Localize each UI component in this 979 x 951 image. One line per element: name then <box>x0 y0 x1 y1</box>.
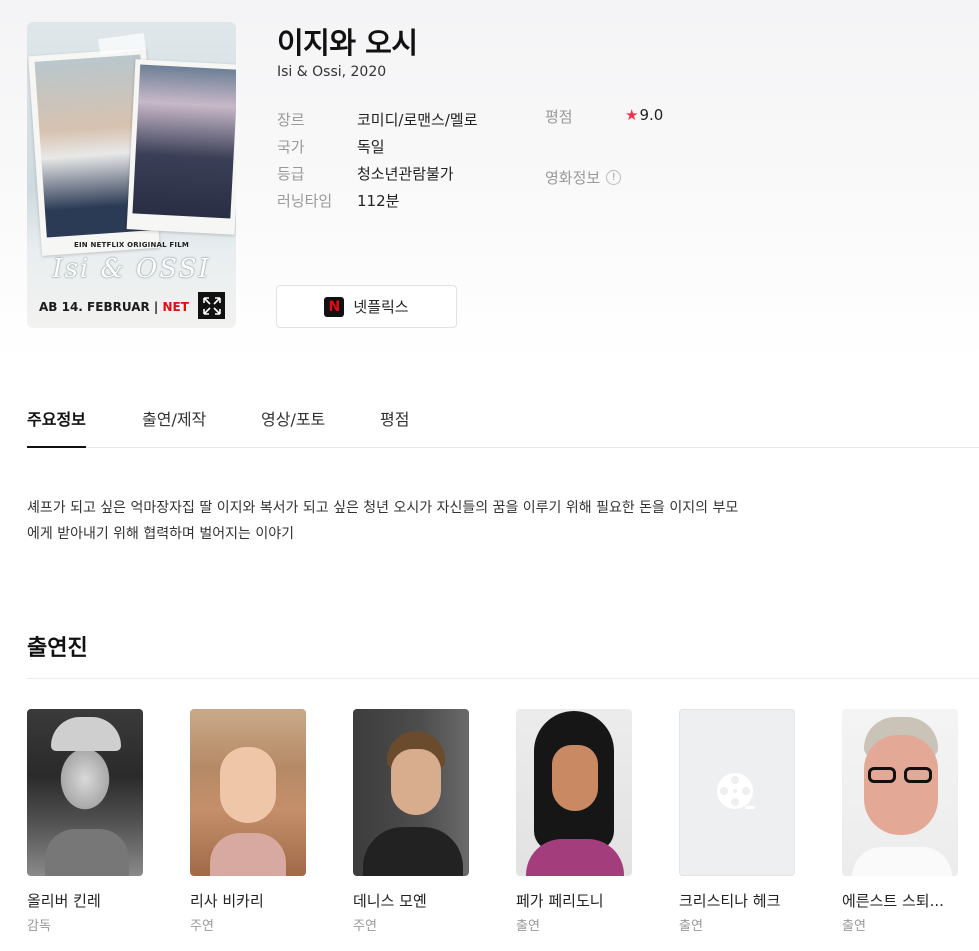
movie-info-label: 영화정보 <box>545 169 601 187</box>
expand-icon[interactable] <box>198 292 225 319</box>
poster-tagline: EIN NETFLIX ORIGINAL FILM <box>73 241 190 249</box>
cast-role: 주연 <box>190 919 214 934</box>
movie-original-title: Isi & Ossi, 2020 <box>277 64 387 80</box>
cast-role: 출연 <box>679 919 703 934</box>
netflix-button-label: 넷플릭스 <box>353 298 409 316</box>
cast-photo[interactable] <box>842 709 958 876</box>
movie-title: 이지와 오시 <box>277 26 418 60</box>
synopsis-line-2: 에게 받아내기 위해 협력하며 벌어지는 이야기 <box>27 526 294 542</box>
meta-runtime-label: 러닝타임 <box>277 192 333 210</box>
synopsis: 셰프가 되고 싶은 억마장자집 딸 이지와 복서가 되고 싶은 청년 오시가 자… <box>27 495 827 547</box>
cast-item[interactable]: 데니스 모옌 주연 <box>353 709 469 934</box>
movie-poster[interactable]: EIN NETFLIX ORIGINAL FILM Isi & OSSI AB … <box>27 22 236 328</box>
meta-country: 국가 독일 <box>277 133 478 160</box>
cast-name: 에른스트 스퇴... <box>842 892 944 910</box>
movie-meta: 장르 코미디/로맨스/멜로 국가 독일 등급 청소년관람불가 러닝타임 112분 <box>277 106 478 214</box>
cast-item[interactable]: 리사 비카리 주연 <box>190 709 306 934</box>
poster-photo-right <box>126 59 236 235</box>
star-icon: ★ <box>625 106 639 124</box>
meta-genre-value: 코미디/로맨스/멜로 <box>357 111 478 129</box>
netflix-button[interactable]: N 넷플릭스 <box>276 285 457 328</box>
meta-grade-value: 청소년관람불가 <box>357 165 454 183</box>
film-reel-icon <box>717 772 755 809</box>
cast-role: 감독 <box>27 919 51 934</box>
meta-grade-label: 등급 <box>277 165 305 183</box>
rating-value: 9.0 <box>639 106 664 124</box>
cast-name: 리사 비카리 <box>190 892 264 910</box>
synopsis-line-1: 셰프가 되고 싶은 억마장자집 딸 이지와 복서가 되고 싶은 청년 오시가 자… <box>27 500 739 516</box>
cast-item[interactable]: 크리스티나 헤크 출연 <box>679 709 795 934</box>
poster-script-title: Isi & OSSI <box>52 254 211 284</box>
meta-genre: 장르 코미디/로맨스/멜로 <box>277 106 478 133</box>
meta-runtime-value: 112분 <box>357 192 400 210</box>
cast-photo[interactable] <box>516 709 632 876</box>
rating-score: ★ 9.0 <box>625 106 663 124</box>
meta-grade: 등급 청소년관람불가 <box>277 160 478 187</box>
cast-section-title: 출연진 <box>27 636 88 661</box>
tab-reviews[interactable]: 평점 <box>380 406 409 448</box>
poster-date: AB 14. FEBRUAR | NET <box>39 300 189 314</box>
meta-genre-label: 장르 <box>277 111 305 129</box>
tab-bar: 주요정보 출연/제작 영상/포토 평점 <box>27 400 979 448</box>
cast-photo[interactable] <box>27 709 143 876</box>
cast-item[interactable]: 올리버 킨레 감독 <box>27 709 143 934</box>
cast-divider <box>27 678 979 679</box>
netflix-logo-icon: N <box>324 296 345 317</box>
tab-cast-crew[interactable]: 출연/제작 <box>142 406 206 448</box>
cast-photo[interactable] <box>190 709 306 876</box>
cast-role: 주연 <box>353 919 377 934</box>
cast-item[interactable]: 에른스트 스퇴... 출연 <box>842 709 958 934</box>
cast-name: 크리스티나 헤크 <box>679 892 781 910</box>
cast-name: 데니스 모옌 <box>353 892 427 910</box>
cast-photo-placeholder[interactable] <box>679 709 795 876</box>
tab-main-info[interactable]: 주요정보 <box>27 406 86 448</box>
cast-item[interactable]: 페가 페리도니 출연 <box>516 709 632 934</box>
meta-runtime: 러닝타임 112분 <box>277 187 478 214</box>
tab-video-photo[interactable]: 영상/포토 <box>261 406 325 448</box>
cast-role: 출연 <box>842 919 866 934</box>
cast-role: 출연 <box>516 919 540 934</box>
info-icon[interactable]: ! <box>606 170 622 185</box>
movie-info-link[interactable]: 영화정보 ! <box>545 167 622 188</box>
meta-country-label: 국가 <box>277 138 305 156</box>
cast-name: 페가 페리도니 <box>516 892 604 910</box>
rating-label: 평점 <box>545 108 573 126</box>
meta-country-value: 독일 <box>357 138 385 156</box>
cast-name: 올리버 킨레 <box>27 892 101 910</box>
cast-photo[interactable] <box>353 709 469 876</box>
